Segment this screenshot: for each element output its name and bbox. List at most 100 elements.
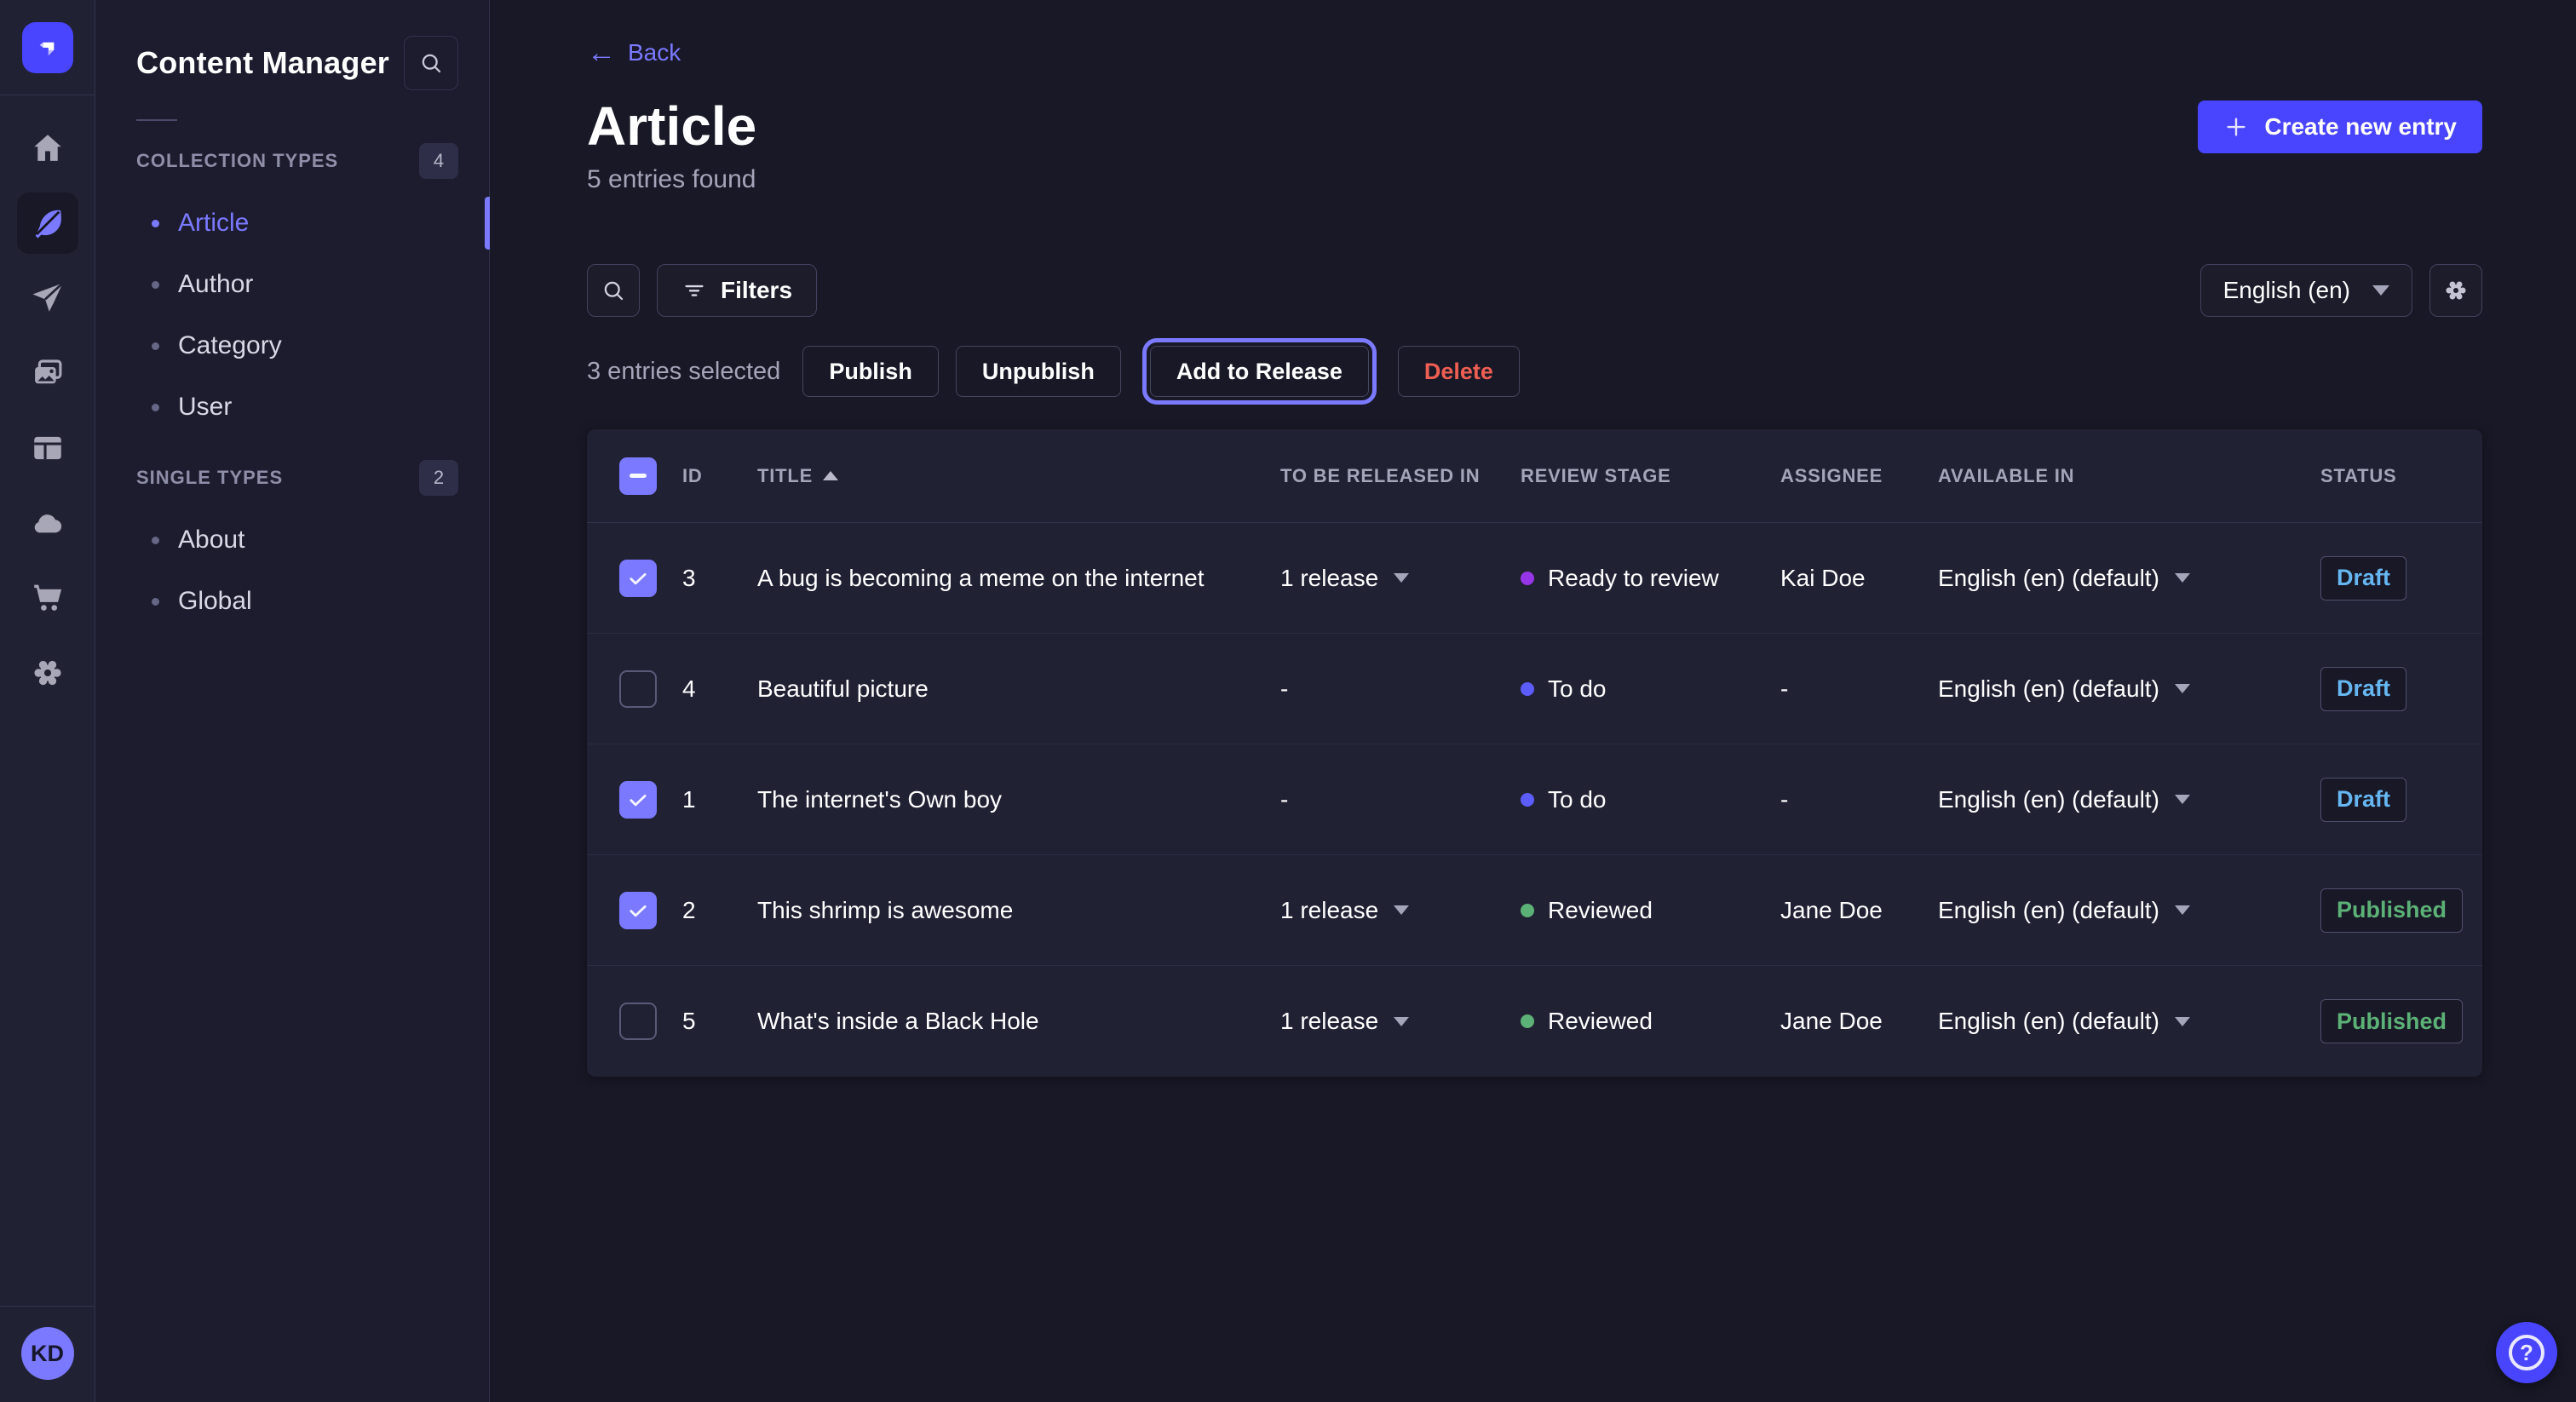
app-root: KD Content Manager COLLECTION TYPES 4 Ar… bbox=[0, 0, 2576, 1402]
locale-chevron-icon bbox=[2175, 795, 2190, 804]
media-library-icon[interactable] bbox=[29, 354, 66, 392]
gear-icon bbox=[2441, 275, 2471, 306]
user-avatar[interactable]: KD bbox=[21, 1327, 74, 1380]
release-dropdown[interactable]: - bbox=[1280, 675, 1521, 703]
table-row[interactable]: 3 A bug is becoming a meme on the intern… bbox=[587, 523, 2482, 634]
stage-dot bbox=[1521, 1014, 1534, 1028]
sidebar-item-label: Author bbox=[178, 270, 253, 299]
column-header-assignee: ASSIGNEE bbox=[1780, 465, 1938, 487]
stage-label: To do bbox=[1548, 675, 1607, 703]
delete-button[interactable]: Delete bbox=[1398, 346, 1520, 397]
locale-dropdown[interactable]: English (en) (default) bbox=[1938, 1008, 2320, 1035]
status-badge: Draft bbox=[2320, 556, 2406, 600]
row-assignee: Kai Doe bbox=[1780, 565, 1938, 592]
sidebar-item-author[interactable]: Author bbox=[95, 254, 489, 315]
row-checkbox[interactable] bbox=[619, 892, 657, 929]
locale-value: English (en) bbox=[2223, 277, 2350, 304]
back-link[interactable]: ← Back bbox=[587, 39, 681, 66]
indeterminate-dash-icon bbox=[630, 474, 647, 478]
search-icon bbox=[601, 278, 626, 303]
select-all-checkbox[interactable] bbox=[619, 457, 657, 495]
release-dropdown[interactable]: 1 release bbox=[1280, 565, 1521, 592]
column-header-available-in: AVAILABLE IN bbox=[1938, 465, 2320, 487]
content-type-builder-icon[interactable] bbox=[29, 429, 66, 467]
locale-dropdown[interactable]: English (en) (default) bbox=[1938, 786, 2320, 813]
row-id: 5 bbox=[682, 1008, 757, 1035]
column-header-title-sort[interactable]: TITLE bbox=[757, 465, 838, 487]
strapi-logo bbox=[22, 22, 73, 73]
sidebar-section: SINGLE TYPES 2 About Global bbox=[95, 460, 489, 632]
locale-select[interactable]: English (en) bbox=[2200, 264, 2412, 317]
help-button[interactable]: ? bbox=[2496, 1322, 2557, 1383]
publish-button[interactable]: Publish bbox=[802, 346, 939, 397]
table-row[interactable]: 1 The internet's Own boy - To do - Engli… bbox=[587, 744, 2482, 855]
row-assignee: - bbox=[1780, 675, 1938, 703]
row-id: 3 bbox=[682, 565, 757, 592]
section-item-list: Article Author Category User bbox=[95, 192, 489, 438]
marketplace-icon[interactable] bbox=[29, 579, 66, 617]
locale-dropdown[interactable]: English (en) (default) bbox=[1938, 675, 2320, 703]
table-header-row: ID TITLE TO BE RELEASED IN REVIEW STAGE … bbox=[587, 429, 2482, 523]
row-checkbox[interactable] bbox=[619, 781, 657, 819]
release-dropdown[interactable]: 1 release bbox=[1280, 897, 1521, 924]
locale-chevron-icon bbox=[2175, 684, 2190, 693]
row-checkbox[interactable] bbox=[619, 560, 657, 597]
release-dropdown[interactable]: 1 release bbox=[1280, 1008, 1521, 1035]
releases-icon[interactable] bbox=[29, 279, 66, 317]
table-row[interactable]: 5 What's inside a Black Hole 1 release R… bbox=[587, 966, 2482, 1077]
section-item-list: About Global bbox=[95, 509, 489, 632]
content-manager-icon[interactable] bbox=[17, 192, 78, 254]
locale-dropdown[interactable]: English (en) (default) bbox=[1938, 565, 2320, 592]
row-id: 2 bbox=[682, 897, 757, 924]
table-row[interactable]: 2 This shrimp is awesome 1 release Revie… bbox=[587, 855, 2482, 966]
row-title: This shrimp is awesome bbox=[757, 897, 1280, 924]
status-badge: Draft bbox=[2320, 667, 2406, 711]
sidebar-item-about[interactable]: About bbox=[95, 509, 489, 571]
locale-chevron-icon bbox=[2175, 1017, 2190, 1026]
row-checkbox[interactable] bbox=[619, 1003, 657, 1040]
row-id: 4 bbox=[682, 675, 757, 703]
status-badge: Draft bbox=[2320, 778, 2406, 822]
content-manager-sidebar: Content Manager COLLECTION TYPES 4 Artic… bbox=[95, 0, 490, 1402]
release-value: - bbox=[1280, 675, 1288, 703]
sidebar-item-article[interactable]: Article bbox=[95, 192, 489, 254]
row-title: Beautiful picture bbox=[757, 675, 1280, 703]
sidebar-item-user[interactable]: User bbox=[95, 376, 489, 438]
chevron-down-icon bbox=[2372, 285, 2389, 296]
unpublish-button[interactable]: Unpublish bbox=[956, 346, 1121, 397]
release-dropdown[interactable]: - bbox=[1280, 786, 1521, 813]
review-stage-cell: Reviewed bbox=[1521, 1008, 1780, 1035]
search-button[interactable] bbox=[587, 264, 640, 317]
column-header-release: TO BE RELEASED IN bbox=[1280, 465, 1521, 487]
locale-dropdown[interactable]: English (en) (default) bbox=[1938, 897, 2320, 924]
home-icon[interactable] bbox=[29, 129, 66, 167]
question-mark-icon: ? bbox=[2509, 1335, 2544, 1370]
settings-icon[interactable] bbox=[29, 654, 66, 692]
deploy-icon[interactable] bbox=[29, 504, 66, 542]
status-badge: Published bbox=[2320, 888, 2463, 933]
entries-table: ID TITLE TO BE RELEASED IN REVIEW STAGE … bbox=[587, 429, 2482, 1077]
stage-label: Ready to review bbox=[1548, 565, 1719, 592]
filters-button[interactable]: Filters bbox=[657, 264, 817, 317]
locale-value: English (en) (default) bbox=[1938, 1008, 2159, 1035]
sidebar-item-global[interactable]: Global bbox=[95, 571, 489, 632]
locale-value: English (en) (default) bbox=[1938, 786, 2159, 813]
sidebar-item-label: User bbox=[178, 393, 232, 422]
table-row[interactable]: 4 Beautiful picture - To do - English (e… bbox=[587, 634, 2482, 744]
release-chevron-icon bbox=[1394, 573, 1409, 583]
section-label: SINGLE TYPES bbox=[136, 467, 283, 489]
back-label: Back bbox=[628, 39, 681, 66]
add-to-release-button[interactable]: Add to Release bbox=[1150, 346, 1369, 397]
section-count-badge: 2 bbox=[419, 460, 458, 496]
view-settings-button[interactable] bbox=[2429, 264, 2482, 317]
create-new-entry-button[interactable]: Create new entry bbox=[2198, 101, 2482, 153]
strapi-logo-glyph bbox=[33, 33, 62, 62]
review-stage-cell: To do bbox=[1521, 786, 1780, 813]
table-body: 3 A bug is becoming a meme on the intern… bbox=[587, 523, 2482, 1077]
sidebar-item-category[interactable]: Category bbox=[95, 315, 489, 376]
stage-dot bbox=[1521, 682, 1534, 696]
row-checkbox[interactable] bbox=[619, 670, 657, 708]
sidebar-search-button[interactable] bbox=[404, 36, 458, 90]
status-badge: Published bbox=[2320, 999, 2463, 1043]
release-chevron-icon bbox=[1394, 905, 1409, 915]
